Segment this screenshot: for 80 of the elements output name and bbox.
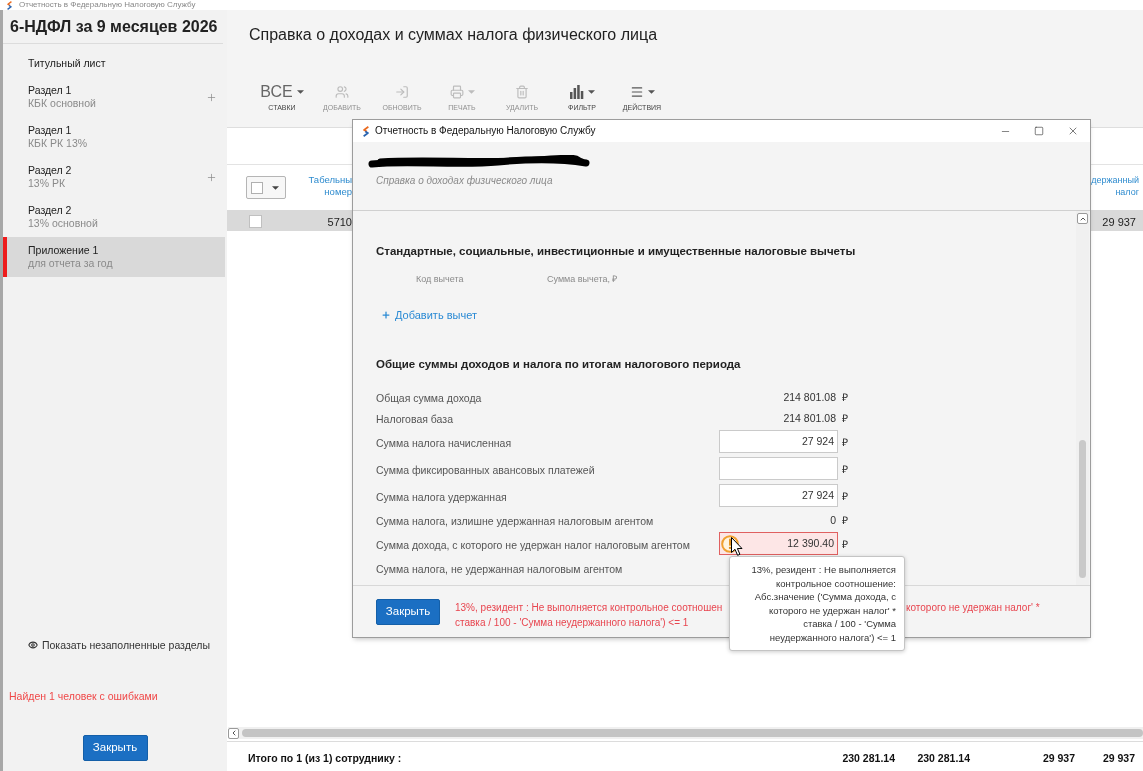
error-message: ставка / 100 - 'Сумма неудержанного налога') <= 1 — [455, 617, 689, 628]
field-value: 0 — [830, 512, 836, 527]
column-header[interactable]: Табельны номер — [308, 173, 352, 198]
sidebar-item[interactable]: Раздел 1 КБК РК 13% — [3, 117, 225, 157]
menu-icon — [629, 84, 644, 99]
close-button[interactable]: Закрыть — [376, 598, 440, 625]
show-empty-sections-link[interactable]: Показать незаполненные разделы — [28, 638, 210, 652]
close-button[interactable]: Закрыть — [82, 735, 148, 761]
sidebar-item[interactable]: Раздел 2 13% основной — [3, 197, 225, 237]
error-message: которого не удержан налог' * — [906, 602, 1040, 613]
totals-label: Итого по 1 (из 1) сотруднику : — [248, 751, 402, 764]
add-deduction-link[interactable]: Добавить вычет — [381, 308, 477, 322]
plus-icon[interactable] — [206, 171, 217, 183]
table-cell: 29 937 — [1102, 216, 1136, 228]
amount-input[interactable]: 27 924 — [719, 484, 838, 507]
currency-sign: ₽ — [842, 536, 848, 551]
amount-input[interactable]: 12 390.40 — [719, 532, 838, 555]
people-icon — [335, 84, 349, 99]
scroll-left-button[interactable] — [228, 727, 239, 739]
field-label: Налоговая база — [376, 412, 453, 425]
horizontal-scrollbar[interactable] — [228, 727, 1143, 739]
mouse-cursor-icon — [731, 537, 743, 556]
scrollbar-thumb[interactable] — [1079, 440, 1086, 578]
trash-icon — [515, 84, 529, 99]
sign-in-icon — [395, 84, 409, 99]
checkbox[interactable] — [251, 181, 263, 194]
select-all-dropdown[interactable] — [246, 176, 286, 199]
app-title: Отчетность в Федеральную Налоговую Службу — [19, 0, 196, 10]
field-label: Общая сумма дохода — [376, 391, 482, 404]
currency-sign: ₽ — [842, 410, 848, 425]
currency-sign: ₽ — [842, 512, 848, 527]
total-value: 230 281.14 — [917, 751, 970, 764]
amount-input[interactable] — [719, 457, 838, 480]
column-label: Код вычета — [416, 274, 464, 284]
field-value: 214 801.08 — [783, 389, 836, 404]
close-icon — [1067, 125, 1079, 137]
total-value: 29 937 — [1102, 751, 1135, 764]
report-title: 6-НДФЛ за 9 месяцев 2026 — [10, 16, 218, 37]
field-label: Сумма налога, не удержанная налоговым агентом — [376, 562, 623, 575]
eye-icon — [28, 640, 38, 650]
total-value: 230 281.14 — [842, 751, 895, 764]
caret-icon — [272, 185, 279, 190]
field-label: Сумма налога, излишне удержанная налоговым агентом — [376, 514, 654, 527]
table-cell: 5710 — [327, 216, 352, 228]
amount-input[interactable]: 27 924 — [719, 430, 838, 453]
field-label: Сумма дохода, с которого не удержан налог налоговым агентом — [376, 538, 690, 551]
section-heading: Стандартные, социальные, инвестиционные и имущественные налоговые вычеты — [376, 244, 857, 259]
dialog-subtitle: Справка о доходах физического лица — [376, 175, 554, 187]
field-label: Сумма налога начисленная — [376, 436, 512, 449]
sidebar-item[interactable]: Титульный лист — [3, 50, 225, 77]
sidebar-item[interactable]: Приложение 1 для отчета за год — [3, 237, 225, 277]
currency-sign: ₽ — [842, 461, 848, 476]
dialog-title: Отчетность в Федеральную Налоговую Службу — [375, 125, 596, 137]
checkbox[interactable] — [249, 214, 262, 228]
currency-sign: ₽ — [842, 488, 848, 503]
logo-icon — [6, 0, 13, 10]
sidebar-item[interactable]: Раздел 2 13% РК — [3, 157, 225, 197]
bar-chart-icon — [569, 84, 584, 99]
page-title: Справка о доходах и суммах налога физического лица — [249, 25, 659, 45]
column-header[interactable]: держанный налог — [1091, 173, 1139, 198]
printer-icon — [449, 84, 464, 99]
maximize-icon — [1034, 126, 1044, 136]
plus-icon — [381, 310, 391, 320]
field-label: Сумма налога удержанная — [376, 490, 507, 503]
currency-sign: ₽ — [842, 434, 848, 449]
field-label: Сумма фиксированных авансовых платежей — [376, 463, 595, 476]
scrollbar-thumb[interactable] — [242, 729, 1143, 737]
total-value: 29 937 — [1042, 751, 1075, 764]
vertical-scrollbar[interactable] — [1076, 211, 1089, 585]
error-summary: Найден 1 человек с ошибками — [9, 690, 158, 702]
section-heading: Общие суммы доходов и налога по итогам налогового периода — [376, 357, 742, 372]
error-message: 13%, резидент : Не выполняется контрольное соотношен — [455, 602, 723, 613]
sidebar-item[interactable]: Раздел 1 КБК основной — [3, 77, 225, 117]
scroll-up-button[interactable] — [1077, 213, 1088, 224]
error-tooltip: 13%, резидент : Не выполняется контрольное соотношение: Абс.значение ('Сумма дохода, с которого не удержан налог' * ставка / 100 - 'Сумма неудержанного налога') <= 1 — [729, 556, 905, 651]
currency-sign: ₽ — [842, 389, 848, 404]
column-label: Сумма вычета, ₽ — [547, 274, 618, 284]
plus-icon[interactable] — [206, 91, 217, 103]
field-value: 214 801.08 — [783, 410, 836, 425]
logo-icon — [362, 125, 370, 137]
